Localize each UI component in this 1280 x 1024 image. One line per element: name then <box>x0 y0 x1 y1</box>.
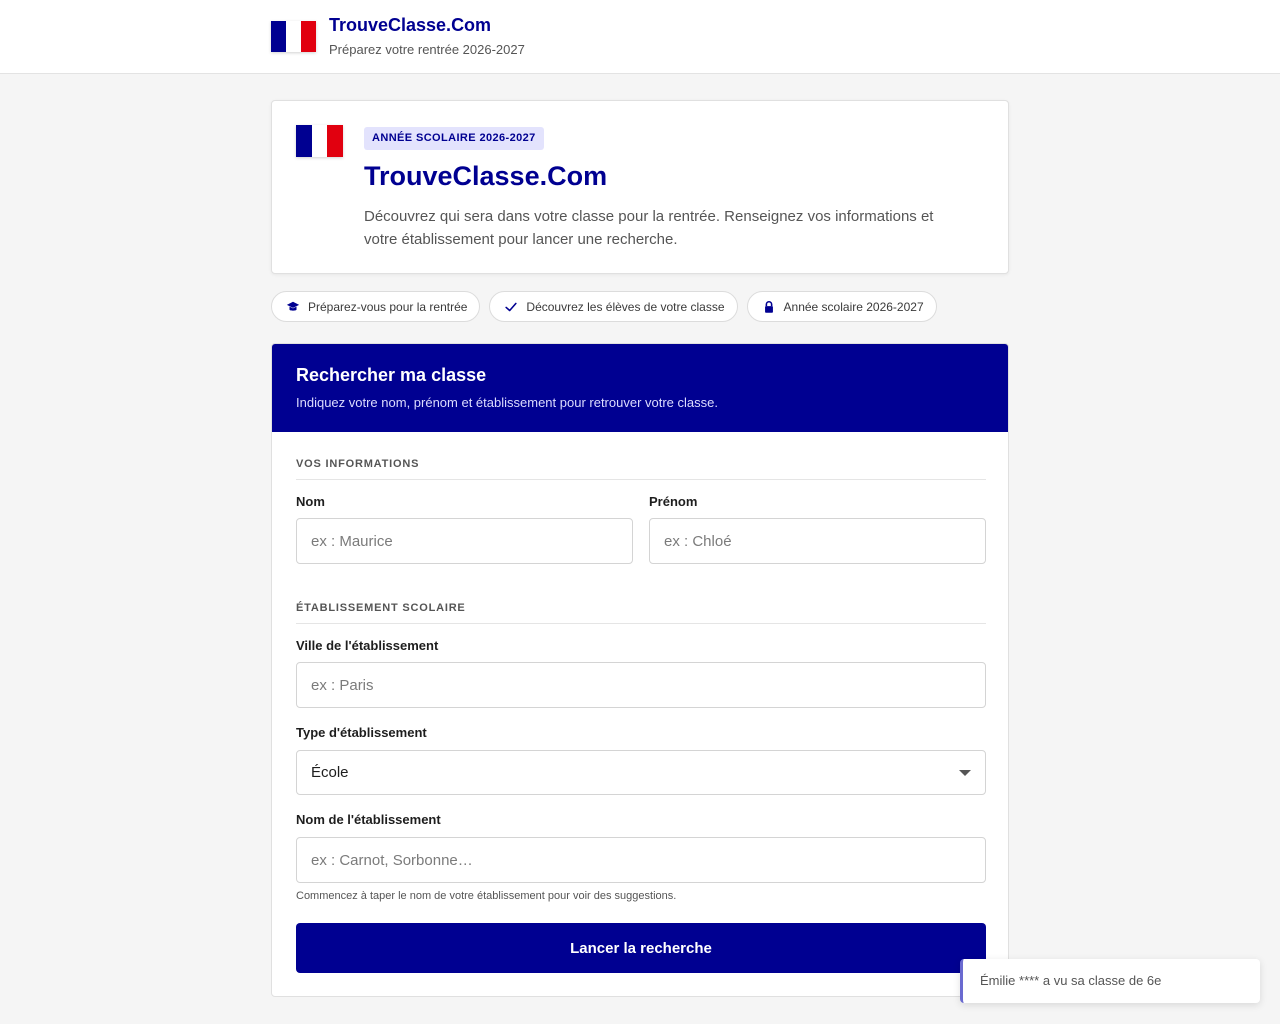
section-divider <box>296 623 986 624</box>
pill-label: Année scolaire 2026-2027 <box>783 299 924 314</box>
toast-text: Émilie **** a vu sa classe de 6e <box>980 973 1162 988</box>
chevron-down-icon <box>959 770 971 776</box>
type-select-value: École <box>311 764 349 781</box>
ville-input[interactable] <box>296 662 986 708</box>
search-form-card: Rechercher ma classe Indiquez votre nom,… <box>271 343 1009 997</box>
type-label: Type d'établissement <box>296 725 427 740</box>
section-divider <box>296 479 986 480</box>
school-year-badge: ANNÉE SCOLAIRE 2026-2027 <box>364 127 544 150</box>
page-title: TrouveClasse.Com <box>364 161 608 191</box>
ville-label: Ville de l'établissement <box>296 638 439 653</box>
check-icon <box>505 302 518 311</box>
notification-toast: Émilie **** a vu sa classe de 6e <box>960 959 1260 1003</box>
nom-label: Nom <box>296 494 325 509</box>
hero-card: ANNÉE SCOLAIRE 2026-2027 TrouveClasse.Co… <box>271 100 1009 274</box>
prenom-label: Prénom <box>649 494 698 509</box>
french-flag-icon <box>271 21 316 52</box>
brand-tagline: Préparez votre rentrée 2026-2027 <box>329 42 525 57</box>
pill-eleves: Découvrez les élèves de votre classe <box>489 291 738 322</box>
search-submit-button[interactable]: Lancer la recherche <box>296 923 986 973</box>
etablissement-hint: Commencez à taper le nom de votre établi… <box>296 890 677 902</box>
section-label-school: ÉTABLISSEMENT SCOLAIRE <box>296 602 466 614</box>
pill-label: Découvrez les élèves de votre classe <box>526 299 725 314</box>
nom-input[interactable] <box>296 518 633 564</box>
type-select[interactable]: École <box>296 750 986 795</box>
search-title: Rechercher ma classe <box>296 365 487 385</box>
section-label-info: VOS INFORMATIONS <box>296 458 420 470</box>
top-header: TrouveClasse.Com Préparez votre rentrée … <box>0 0 1280 74</box>
search-subtitle: Indiquez votre nom, prénom et établissem… <box>296 395 718 410</box>
graduation-cap-icon <box>286 301 300 311</box>
french-flag-icon <box>296 125 344 157</box>
lock-icon <box>764 300 773 313</box>
brand-name[interactable]: TrouveClasse.Com <box>329 15 491 36</box>
pill-label: Préparez-vous pour la rentrée <box>308 299 468 314</box>
etablissement-input[interactable] <box>296 837 986 883</box>
search-header: Rechercher ma classe Indiquez votre nom,… <box>272 344 1008 432</box>
pill-rentree: Préparez-vous pour la rentrée <box>271 291 481 322</box>
hero-description: Découvrez qui sera dans votre classe pou… <box>364 208 934 248</box>
prenom-input[interactable] <box>649 518 986 564</box>
feature-pills: Préparez-vous pour la rentrée Découvrez … <box>271 291 937 322</box>
pill-annee: Année scolaire 2026-2027 <box>746 291 937 322</box>
etablissement-label: Nom de l'établissement <box>296 812 441 827</box>
